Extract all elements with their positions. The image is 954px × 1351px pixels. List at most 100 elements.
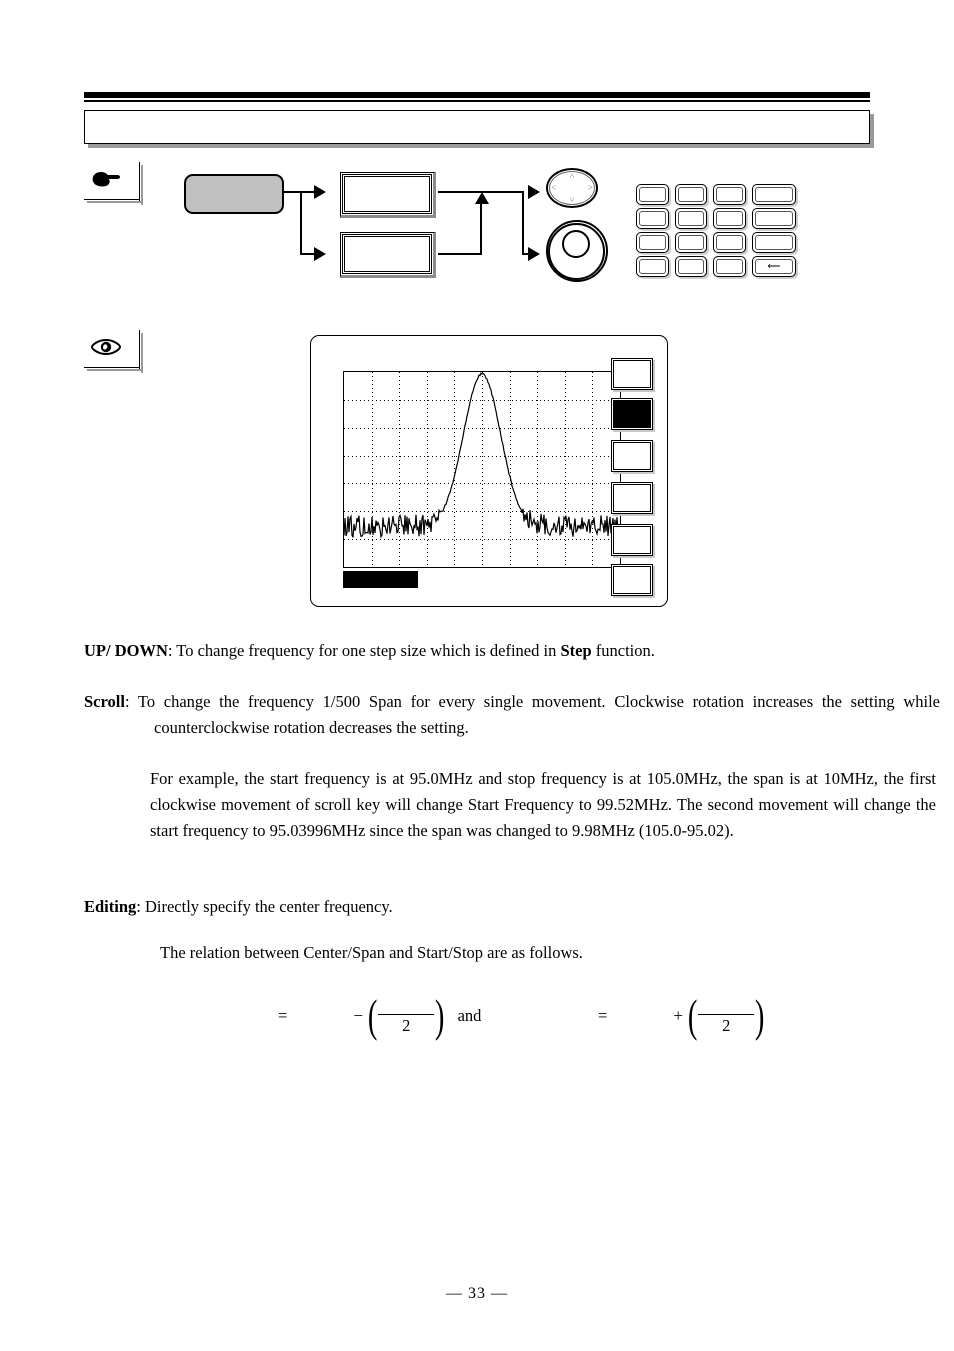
paragraph-example: For example, the start frequency is at 9… <box>84 766 936 844</box>
keypad-key-label <box>753 185 795 204</box>
mark-vline <box>139 330 140 370</box>
formula-left-fraction: 2 <box>378 998 435 1035</box>
keypad-key-r2c4[interactable] <box>751 208 796 229</box>
flow-line-out <box>282 191 316 193</box>
keypad-key-label <box>676 209 707 228</box>
softkey-1[interactable] <box>611 358 653 390</box>
flow-box-a[interactable] <box>340 172 436 218</box>
operation-flow-diagram: ˄ ˅ ˂ ˃ ⟵ <box>84 158 874 303</box>
scroll-label: Scroll <box>84 692 125 711</box>
flow-line-merge-up <box>480 204 482 254</box>
keypad-key-r3c1[interactable] <box>636 232 669 253</box>
page-footer: — 33 — <box>446 1285 508 1302</box>
keypad-key-label <box>637 233 668 252</box>
knob-grip-circle <box>562 230 590 258</box>
formula-conjunction: and <box>457 1006 482 1025</box>
step-label: Step <box>560 641 592 660</box>
display-mark-box <box>84 330 143 373</box>
flow-source-label <box>186 176 282 212</box>
keypad-key-label <box>753 233 795 252</box>
keypad-key-r1c3[interactable] <box>713 184 746 205</box>
keypad-key-r1c4[interactable] <box>751 184 796 205</box>
formula-left-fraction-bar <box>378 1013 435 1015</box>
keypad-key-r3c2[interactable] <box>674 232 708 253</box>
flow-box-a-label <box>344 176 430 212</box>
flow-line-b-out <box>438 253 482 255</box>
softkey-3[interactable] <box>611 440 653 472</box>
mark-hline <box>84 367 139 368</box>
flow-box-b[interactable] <box>340 232 436 278</box>
updown-label: UP/ DOWN <box>84 641 168 660</box>
status-bar-text <box>343 571 418 575</box>
keypad-key-r4c4[interactable]: ⟵ <box>751 256 796 277</box>
header-rule-band <box>84 92 870 102</box>
keypad-key-r4c3[interactable] <box>713 256 746 277</box>
formula-right-sign: + <box>673 1006 683 1025</box>
spectrum-trace <box>344 372 620 567</box>
keypad-key-label <box>714 209 745 228</box>
keypad-row <box>636 184 796 205</box>
spectrum-trace-path <box>344 372 620 539</box>
keypad-key-label <box>714 233 745 252</box>
softkey-label <box>615 486 649 510</box>
keypad-key-r1c1[interactable] <box>636 184 669 205</box>
paragraph-updown: UP/ DOWN: To change frequency for one st… <box>84 638 870 664</box>
navpad-up-icon[interactable]: ˄ <box>569 172 574 181</box>
numeric-keypad[interactable]: ⟵ <box>636 184 796 277</box>
scroll-knob[interactable] <box>546 220 608 282</box>
softkey-6[interactable] <box>611 564 653 596</box>
scroll-text: : To change the frequency 1/500 Span for… <box>124 692 940 737</box>
navpad-right-icon[interactable]: ˃ <box>588 183 593 193</box>
keypad-key-r1c2[interactable] <box>674 184 708 205</box>
formula-right-denominator: 2 <box>722 1015 731 1035</box>
flow-line-split <box>300 191 302 255</box>
softkey-label <box>615 528 649 552</box>
formula-row: = − ( 2 ) and = + ( 2 ) <box>84 985 870 1047</box>
softkey-5[interactable] <box>611 524 653 556</box>
updown-text-1: : To change frequency for one step size … <box>167 641 561 660</box>
keypad-key-r2c1[interactable] <box>636 208 669 229</box>
navpad-left-icon[interactable]: ˂ <box>551 183 556 193</box>
status-bar <box>343 571 418 588</box>
navpad-down-icon[interactable]: ˅ <box>569 196 574 205</box>
keypad-key-r4c1[interactable] <box>636 256 669 277</box>
formula-start-equation: = − ( 2 ) and <box>214 985 481 1047</box>
keypad-row: ⟵ <box>636 256 796 277</box>
softkey-label <box>615 444 649 468</box>
page-title <box>85 111 869 123</box>
keypad-key-label <box>714 257 745 276</box>
keypad-key-r4c2[interactable] <box>674 256 708 277</box>
keypad-key-label <box>637 185 668 204</box>
flow-arrow-to-box-a <box>314 185 326 199</box>
flow-line-branch <box>522 191 524 253</box>
keypad-key-label <box>637 209 668 228</box>
navigation-pad[interactable]: ˄ ˅ ˂ ˃ <box>546 168 598 208</box>
keypad-key-r3c4[interactable] <box>751 232 796 253</box>
keypad-key-label <box>637 257 668 276</box>
softkey-label <box>615 402 649 426</box>
keypad-key-label: ⟵ <box>767 261 781 271</box>
softkey-2[interactable] <box>611 398 653 430</box>
keypad-key-r2c2[interactable] <box>674 208 708 229</box>
softkey-4[interactable] <box>611 482 653 514</box>
formula-left-denominator: 2 <box>402 1015 411 1035</box>
mark-vline-shadow <box>141 333 143 373</box>
keypad-key-r2c3[interactable] <box>713 208 746 229</box>
flow-arrow-merge-up <box>475 192 489 204</box>
updown-text-2: function. <box>591 641 655 660</box>
spectrum-analyzer-display <box>310 335 668 607</box>
flow-arrow-to-navpad <box>528 185 540 199</box>
formula-left-equals: = <box>278 1006 288 1025</box>
softkey-label <box>615 568 649 592</box>
formula-right-fraction: 2 <box>698 998 755 1035</box>
keypad-key-label <box>753 209 795 228</box>
keypad-key-label <box>676 233 707 252</box>
formula-left-sign: − <box>353 1006 363 1025</box>
keypad-key-label <box>676 257 707 276</box>
example-text: For example, the start frequency is at 9… <box>150 769 936 840</box>
flow-source-key[interactable] <box>184 174 284 214</box>
formula-right-fraction-bar <box>698 1013 755 1015</box>
keypad-row <box>636 232 796 253</box>
keypad-key-r3c3[interactable] <box>713 232 746 253</box>
spectrum-graph-screen <box>343 371 621 568</box>
